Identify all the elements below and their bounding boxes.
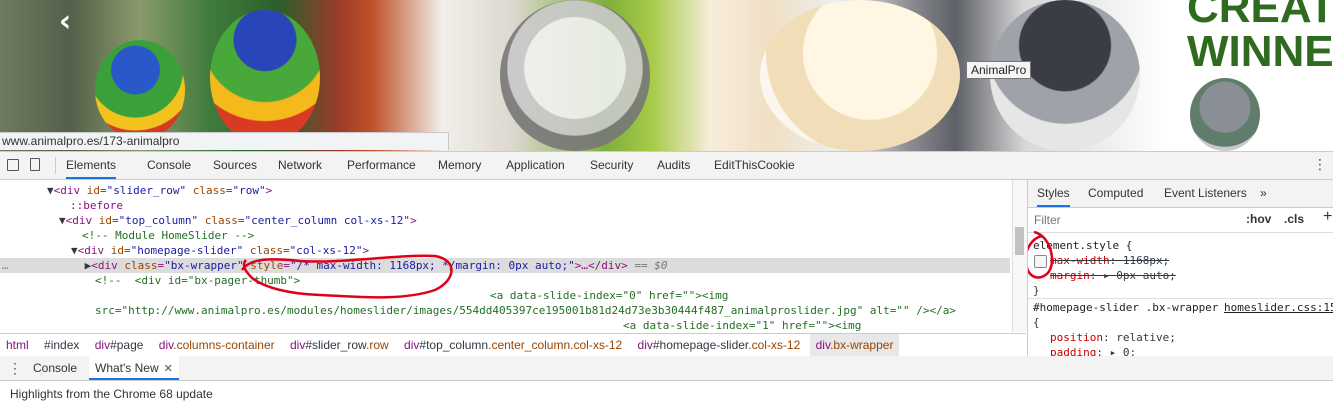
tab-editthiscookie[interactable]: EditThisCookie xyxy=(714,152,795,179)
tab-styles[interactable]: Styles xyxy=(1037,180,1070,207)
dom-node-selected[interactable]: … ▶<div class="bx-wrapper" style="/* max-… xyxy=(0,258,1010,273)
inspect-element-icon[interactable] xyxy=(7,159,19,171)
open-brace: { xyxy=(1033,316,1040,329)
tab-memory[interactable]: Memory xyxy=(438,152,481,179)
whats-new-panel: Highlights from the Chrome 68 update xyxy=(0,381,1333,401)
drawer-tabbar: ⋮ Console What's New ✕ xyxy=(0,356,1333,381)
drawer-tab-whats-new[interactable]: What's New ✕ xyxy=(89,356,179,380)
crumb-html[interactable]: html xyxy=(0,334,35,356)
dom-comment[interactable]: <a data-slide-index="0" href=""><img xyxy=(0,288,1010,303)
more-tabs-chevron-icon[interactable]: » xyxy=(1260,180,1267,207)
tab-performance[interactable]: Performance xyxy=(347,152,416,179)
rule-source-link[interactable]: homeslider.css:15 xyxy=(1224,300,1333,315)
styles-tabbar: Styles Computed Event Listeners » xyxy=(1028,180,1333,208)
drawer-menu-icon[interactable]: ⋮ xyxy=(8,360,22,377)
promo-line-2: WINNE xyxy=(1187,27,1333,76)
add-style-rule-button[interactable]: + xyxy=(1323,208,1332,226)
scrollbar-thumb[interactable] xyxy=(1015,227,1024,255)
toolbar-divider xyxy=(55,157,56,174)
white-bird-image xyxy=(500,0,650,151)
webpage-viewport: ‹ CREAT WINNE AnimalPro www.animalpro.es… xyxy=(0,0,1333,151)
crumb-page[interactable]: div#page xyxy=(89,334,150,356)
css-declaration-max-width[interactable]: max-width: 1168px; xyxy=(1050,253,1169,268)
hover-state-button[interactable]: :hov xyxy=(1246,212,1271,226)
lorikeet-image xyxy=(210,10,320,145)
tab-elements[interactable]: Elements xyxy=(66,152,117,179)
more-options-icon[interactable]: ⋮ xyxy=(1313,157,1327,173)
close-brace: } xyxy=(1033,284,1040,297)
dom-node[interactable]: ▼<div id="slider_row" class="row"> xyxy=(0,183,1010,198)
rule-selector[interactable]: #homepage-slider .bx-wrapper xyxy=(1033,300,1218,315)
slider-prev-arrow-icon[interactable]: ‹ xyxy=(52,7,78,37)
dom-comment[interactable]: src="http://www.animalpro.es/modules/hom… xyxy=(0,303,1010,318)
class-toggle-button[interactable]: .cls xyxy=(1284,212,1304,226)
tab-application[interactable]: Application xyxy=(506,152,565,179)
dom-comment[interactable]: <a data-slide-index="1" href=""><img xyxy=(0,318,1010,332)
rule-divider xyxy=(1028,298,1333,299)
styles-filter-input[interactable] xyxy=(1032,211,1236,229)
css-declaration-position[interactable]: position: relative; xyxy=(1050,330,1176,345)
tab-audits[interactable]: Audits xyxy=(657,152,690,179)
canary-image xyxy=(760,0,960,151)
promo-headline: CREAT WINNE xyxy=(1187,0,1333,74)
promo-line-1: CREAT xyxy=(1187,0,1333,32)
lorikeet-image xyxy=(95,40,185,140)
crumb-slider-row[interactable]: div#slider_row.row xyxy=(284,334,395,356)
crumb-top-column[interactable]: div#top_column.center_column.col-xs-12 xyxy=(398,334,628,356)
pigeon-image xyxy=(1190,78,1260,151)
dom-scrollbar[interactable] xyxy=(1012,180,1027,332)
tab-event-listeners[interactable]: Event Listeners xyxy=(1164,180,1247,207)
close-icon[interactable]: ✕ xyxy=(164,363,173,375)
status-bar-url: www.animalpro.es/173-animalpro xyxy=(0,132,449,150)
crumb-index[interactable]: #index xyxy=(38,334,85,356)
dom-node[interactable]: ::before xyxy=(0,198,1010,213)
styles-filter-row: :hov .cls + xyxy=(1028,208,1333,233)
css-declaration-margin[interactable]: margin: ▸ 0px auto; xyxy=(1050,268,1176,283)
css-declaration-padding[interactable]: padding: ▸ 0; xyxy=(1050,345,1136,356)
element-style-selector[interactable]: element.style { xyxy=(1033,238,1132,253)
device-toolbar-icon[interactable] xyxy=(30,158,40,171)
whats-new-heading: Highlights from the Chrome 68 update xyxy=(10,387,213,401)
devtools-panel: Elements Console Sources Network Perform… xyxy=(0,151,1333,401)
image-tooltip: AnimalPro xyxy=(966,61,1032,79)
tab-console[interactable]: Console xyxy=(147,152,191,179)
dom-node[interactable]: ▼<div id="top_column" class="center_colu… xyxy=(0,213,1010,228)
styles-pane: Styles Computed Event Listeners » :hov .… xyxy=(1027,180,1333,356)
crumb-homepage-slider[interactable]: div#homepage-slider.col-xs-12 xyxy=(632,334,807,356)
dom-node[interactable]: ▼<div id="homepage-slider" class="col-xs… xyxy=(0,243,1010,258)
dom-comment[interactable]: <!-- Module HomeSlider --> xyxy=(0,228,1010,243)
devtools-tabbar: Elements Console Sources Network Perform… xyxy=(0,152,1333,180)
dom-comment[interactable]: <!-- <div id="bx-pager-thumb"> xyxy=(0,273,1010,288)
crumb-bx-wrapper[interactable]: div.bx-wrapper xyxy=(809,334,900,356)
dom-tree: ▼<div id="slider_row" class="row"> ::bef… xyxy=(0,180,1010,332)
expand-triangle-icon[interactable]: ▼ xyxy=(0,244,78,257)
toggle-declaration-checkbox[interactable] xyxy=(1034,255,1047,268)
tab-security[interactable]: Security xyxy=(590,152,633,179)
breadcrumb: html #index div#page div.columns-contain… xyxy=(0,333,1026,357)
collapse-triangle-icon[interactable]: ▶ xyxy=(9,259,92,272)
tab-computed[interactable]: Computed xyxy=(1088,180,1143,207)
tab-network[interactable]: Network xyxy=(278,152,322,179)
tab-sources[interactable]: Sources xyxy=(213,152,257,179)
expand-triangle-icon[interactable]: ▼ xyxy=(0,214,66,227)
crumb-columns-container[interactable]: div.columns-container xyxy=(153,334,281,356)
drawer-tab-console[interactable]: Console xyxy=(33,356,77,380)
expand-triangle-icon[interactable]: ▼ xyxy=(0,184,54,197)
